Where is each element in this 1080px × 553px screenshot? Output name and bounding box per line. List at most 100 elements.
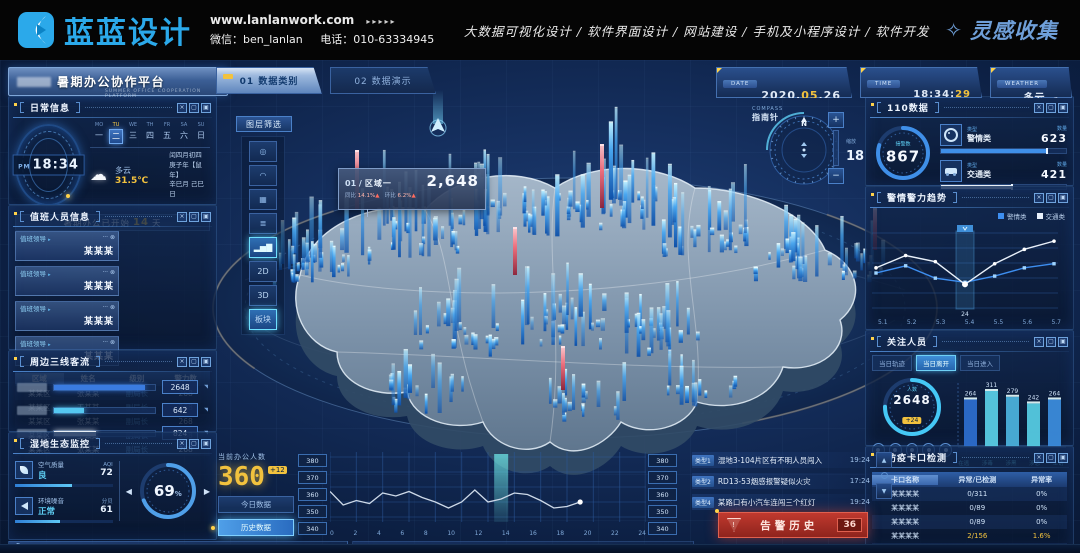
radar-icon[interactable]: ◠ bbox=[249, 165, 277, 186]
office-line-chart[interactable] bbox=[330, 452, 646, 528]
duty-leader-card[interactable]: 值班领导 ▸··· ⊗某某某 bbox=[15, 231, 119, 261]
today-data-button[interactable]: 今日数据 bbox=[218, 496, 294, 513]
focus-tab[interactable]: 当日进入 bbox=[960, 355, 1000, 371]
leaf-icon bbox=[15, 461, 33, 479]
grid-icon[interactable]: ▦ bbox=[249, 189, 277, 210]
plate-button[interactable]: 板块 bbox=[249, 309, 277, 330]
zoom-in-button[interactable]: + bbox=[828, 112, 844, 128]
window-controls[interactable]: ×▢▣ bbox=[177, 103, 211, 113]
header-status: DATE 2020.05.26 TIME 18:34:29 WEATHER 多云… bbox=[716, 67, 1072, 98]
x-axis-tick: 22 bbox=[611, 530, 619, 537]
inspiration-collect[interactable]: ✧ 灵感收集 bbox=[945, 15, 1058, 45]
restore-icon: ▢ bbox=[1046, 193, 1056, 203]
brand-logo: 蓝蓝设计 bbox=[16, 8, 192, 52]
checkpoint-table-row[interactable]: 某某某某0/890% bbox=[872, 515, 1067, 529]
car-icon bbox=[940, 160, 962, 182]
y-axis-right: 380370360350340 bbox=[648, 454, 677, 535]
restore-icon: ▢ bbox=[1046, 453, 1056, 463]
zoom-value: 18 bbox=[846, 149, 864, 164]
camera-icon bbox=[940, 124, 962, 146]
temperature: 31.5℃ bbox=[115, 176, 148, 186]
list-icon[interactable]: ≣ bbox=[249, 213, 277, 234]
office-count-delta: +12 bbox=[268, 466, 287, 474]
panel-title: 110数据 bbox=[881, 101, 935, 114]
header-tab-1[interactable]: 01 数据类别 bbox=[216, 67, 322, 94]
focus-tab[interactable]: 当日轨迹 bbox=[872, 355, 912, 371]
maximize-icon: ▣ bbox=[201, 357, 211, 367]
checkpoint-table-row[interactable]: 某某某某2/1561.6% bbox=[872, 529, 1067, 543]
weekday: TH四 bbox=[143, 122, 157, 144]
y-axis-tick: 360 bbox=[298, 488, 327, 501]
zoom-track[interactable] bbox=[833, 130, 839, 166]
trend-line-chart[interactable]: 24 bbox=[866, 221, 1064, 317]
history-data-button[interactable]: 历史数据 bbox=[218, 519, 294, 536]
arrows-decoration: ▸▸▸▸▸ bbox=[366, 17, 396, 26]
scroll-up-button[interactable]: ▲ bbox=[876, 452, 892, 468]
focus-bar-chart[interactable]: 264311279242264 bbox=[952, 373, 1070, 455]
svg-text:242: 242 bbox=[1028, 394, 1040, 401]
weekday: SU日 bbox=[194, 122, 208, 144]
gauge-right-arrow-icon[interactable]: ▶ bbox=[204, 487, 210, 496]
weekday: FR五 bbox=[160, 122, 174, 144]
alert-row[interactable]: 类型1湿地3-104片区有不明人员闯入19:24 bbox=[692, 452, 870, 468]
office-count-value: 360 bbox=[218, 464, 265, 490]
zoom-out-button[interactable]: − bbox=[828, 168, 844, 184]
platform-subtitle: SUMMER OFFICE COOPERATION PLATFORM bbox=[105, 89, 227, 99]
window-controls[interactable]: ×▢▣ bbox=[1034, 103, 1068, 113]
svg-text:24: 24 bbox=[961, 311, 969, 317]
y-axis-tick: 340 bbox=[648, 522, 677, 535]
page: 蓝蓝设计 www.lanlanwork.com ▸▸▸▸▸ 微信：ben_lan… bbox=[0, 0, 1080, 553]
layer-filter-toolbar: 图层筛选 ◎◠▦≣▂▅▇2D3D板块 bbox=[236, 116, 292, 335]
analog-clock: PM18:34 bbox=[15, 124, 82, 206]
y-axis-tick: 380 bbox=[648, 454, 677, 467]
window-controls[interactable]: ×▢▣ bbox=[1034, 453, 1068, 463]
maximize-icon: ▣ bbox=[1058, 453, 1068, 463]
header-tabs: 01 数据类别 02 数据演示 bbox=[216, 67, 436, 94]
website-link[interactable]: www.lanlanwork.com bbox=[210, 13, 354, 27]
close-icon: × bbox=[177, 212, 187, 222]
alert-row[interactable]: 类型4某路口有小汽车连闯三个红灯19:24 bbox=[692, 494, 870, 510]
window-controls[interactable]: ×▢▣ bbox=[177, 439, 211, 449]
platform-title: 暑期办公协作平台 bbox=[57, 73, 165, 90]
duty-leader-card[interactable]: 值班领导 ▸··· ⊗某某某 bbox=[15, 301, 119, 331]
redacted-label bbox=[17, 383, 47, 392]
alarm-count: 867 bbox=[886, 148, 920, 166]
y-axis-left: 380370360350340 bbox=[298, 454, 327, 535]
3d-button[interactable]: 3D bbox=[249, 285, 277, 306]
lunar-calendar: 闰四月初四庚子年【鼠年】辛巳月 己巳日 bbox=[169, 151, 210, 200]
map-zoom-control: + − 缩放 18 bbox=[828, 112, 868, 184]
close-icon: × bbox=[1034, 103, 1044, 113]
x-axis-tick: 14 bbox=[502, 530, 510, 537]
alarm-count-gauge: 接警数 867 bbox=[872, 122, 934, 184]
up-arrow-icon: ▲ bbox=[375, 193, 379, 199]
eco-gauge: 69% bbox=[136, 459, 200, 523]
x-axis-tick: 16 bbox=[529, 530, 537, 537]
checkpoint-table-row[interactable]: 某某某某0/3110% bbox=[872, 487, 1067, 501]
x-axis-tick: 8 bbox=[424, 530, 428, 537]
flow-bar-row: 642◥ bbox=[17, 403, 208, 417]
svg-text:311: 311 bbox=[986, 382, 998, 389]
alert-row[interactable]: 类型2RD13-53烟感报警疑似火灾17:24 bbox=[692, 473, 870, 489]
checkpoint-table-row[interactable]: 某某某某0/890% bbox=[872, 501, 1067, 515]
window-controls[interactable]: ×▢▣ bbox=[1034, 193, 1068, 203]
map-tooltip: 01 / 区域一 2,648 同比 14.1%▲ 环比 6.2%▲ bbox=[338, 168, 486, 210]
gauge-left-arrow-icon[interactable]: ◀ bbox=[126, 487, 132, 496]
window-controls[interactable]: ×▢▣ bbox=[177, 357, 211, 367]
header-tab-2[interactable]: 02 数据演示 bbox=[330, 67, 436, 94]
svg-text:279: 279 bbox=[1007, 388, 1019, 395]
panel-focus-people: 关注人员 ×▢▣ 当日轨迹当日离开当日进入 人数 2648 +24 264311 bbox=[865, 330, 1074, 446]
focus-tab[interactable]: 当日离开 bbox=[916, 355, 956, 371]
restore-icon: ▢ bbox=[1046, 337, 1056, 347]
scroll-down-button[interactable]: ▼ bbox=[876, 483, 892, 499]
alert-history-button[interactable]: ! 告警历史 36 bbox=[718, 512, 868, 538]
x-axis-tick: 10 bbox=[447, 530, 455, 537]
panel-duty-staff: 值班人员信息 ×▢▣ 值班领导 ▸··· ⊗某某某值班领导 ▸··· ⊗某某某值… bbox=[8, 205, 217, 350]
window-controls[interactable]: ×▢▣ bbox=[177, 212, 211, 222]
window-controls[interactable]: ×▢▣ bbox=[1034, 337, 1068, 347]
location-pin-icon[interactable]: ◎ bbox=[249, 141, 277, 162]
duty-leader-card[interactable]: 值班领导 ▸··· ⊗某某某 bbox=[15, 266, 119, 296]
bar-chart-icon[interactable]: ▂▅▇ bbox=[249, 237, 277, 258]
maximize-icon: ▣ bbox=[1058, 337, 1068, 347]
2d-button[interactable]: 2D bbox=[249, 261, 277, 282]
alert-history-count: 36 bbox=[837, 518, 862, 532]
